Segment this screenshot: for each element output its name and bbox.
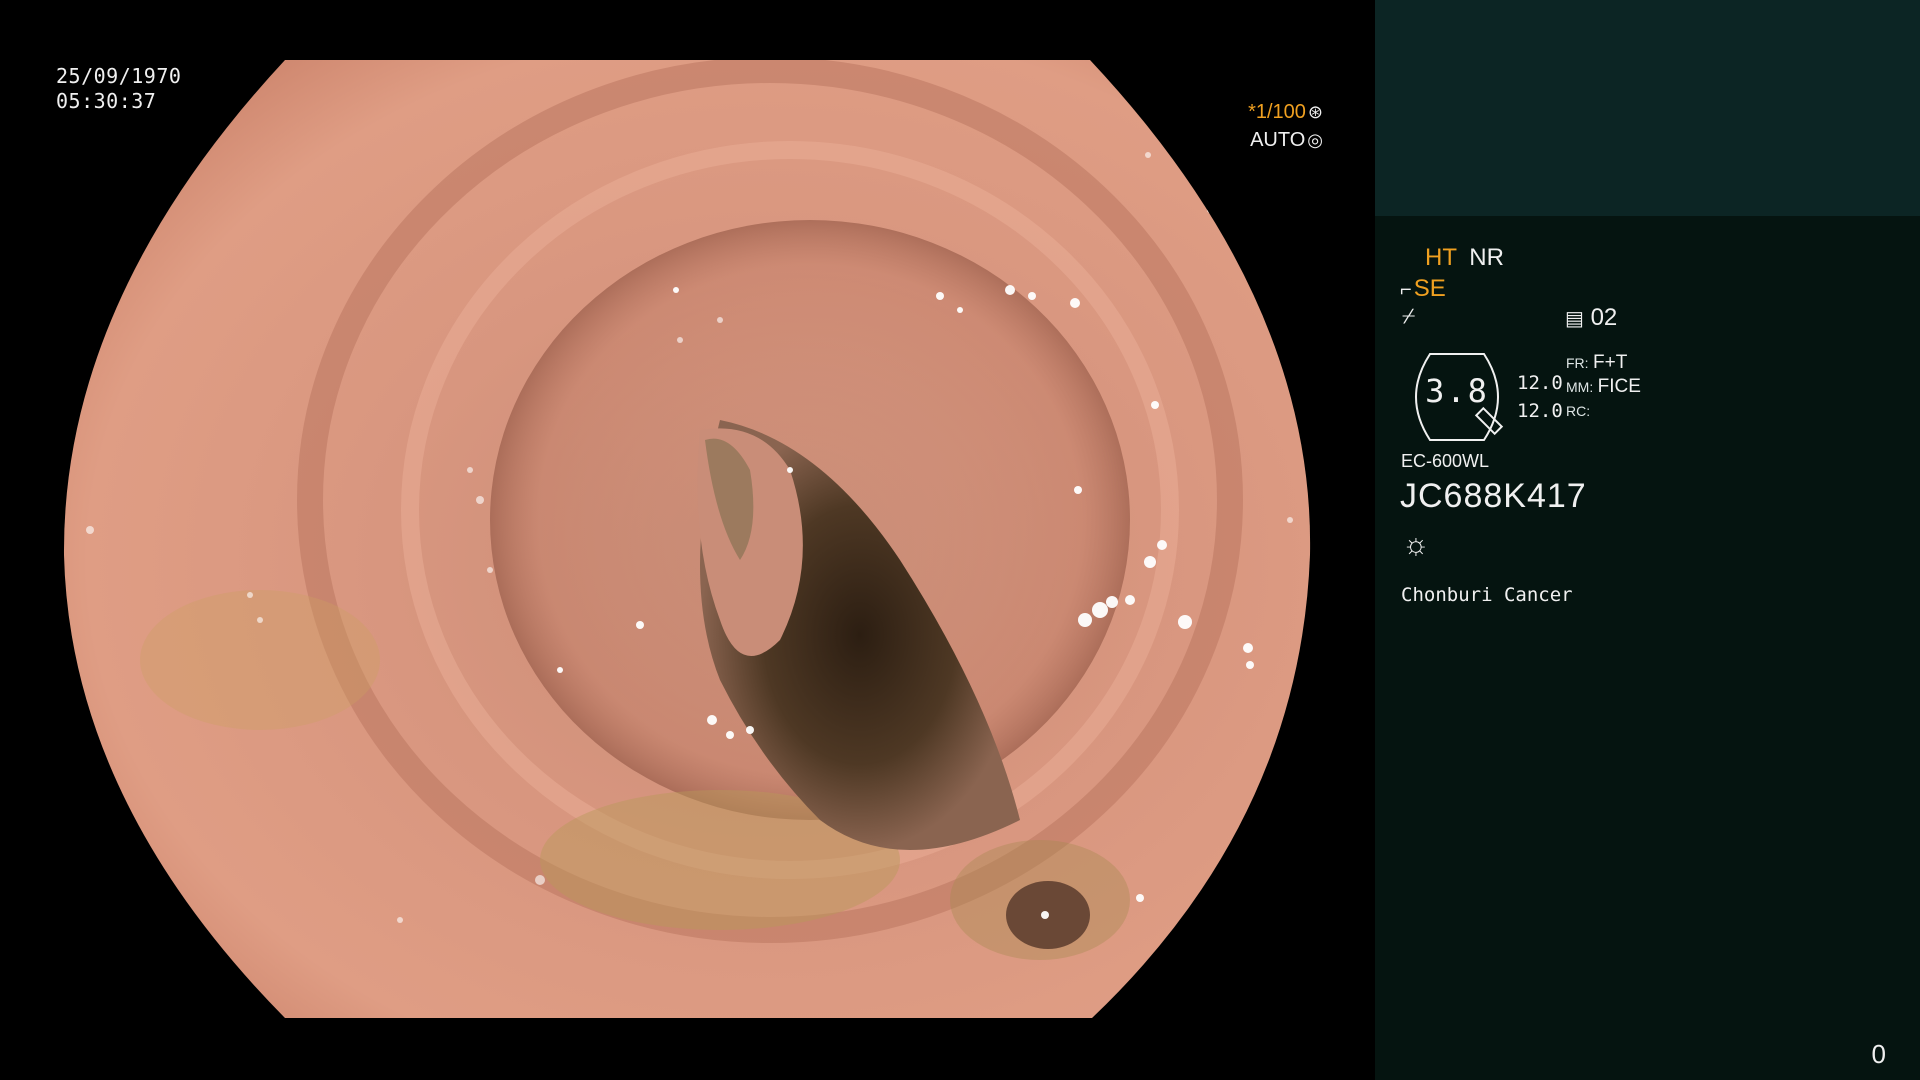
gauge-value: 3.8 <box>1425 372 1489 410</box>
exposure-mode: AUTO <box>1250 129 1306 151</box>
endoscope-view: 25/09/1970 05:30:37 *1/100 ⊛ AUTO ◎ <box>0 0 1375 1080</box>
mode-nr: NR <box>1469 244 1504 271</box>
auto-exposure-icon: ◎ <box>1307 130 1323 150</box>
exam-date: 25/09/1970 <box>56 64 182 88</box>
page-counter: 0 <box>1871 1039 1886 1069</box>
scope-model: EC-600WL <box>1401 451 1490 471</box>
image-count: 02 <box>1590 304 1618 331</box>
endoscopic-image <box>63 60 1311 1018</box>
shutter-speed: *1/100 <box>1248 101 1306 123</box>
value-2: 12.0 <box>1517 400 1563 422</box>
structure-enhance-icon: ⌐ <box>1400 279 1412 301</box>
hospital-name: Chonburi Cancer <box>1401 584 1573 606</box>
exposure-mode-line: AUTO ◎ <box>1248 126 1323 154</box>
zoom-gauge: 3.8 <box>1402 352 1512 442</box>
image-counter: ▤ 02 <box>1565 304 1617 332</box>
exam-time: 05:30:37 <box>56 89 157 113</box>
mode-row-2: ⌐SE <box>1400 275 1446 303</box>
value-1: 12.0 <box>1517 372 1563 394</box>
shutter-speed-line: *1/100 ⊛ <box>1248 98 1323 126</box>
cut-icon: ⌿ <box>1402 303 1416 328</box>
shutter-icon: ⊛ <box>1307 102 1323 122</box>
exposure-overlay: *1/100 ⊛ AUTO ◎ <box>1248 98 1323 154</box>
fr-value: F+T <box>1593 352 1628 373</box>
mode-row-1: HT NR <box>1425 244 1504 272</box>
date-time-overlay: 25/09/1970 05:30:37 <box>56 64 181 114</box>
mm-label: MM: <box>1566 379 1594 395</box>
mm-row: MM: FICE <box>1566 376 1641 398</box>
rc-row: RC: <box>1566 403 1590 421</box>
scope-serial: JC688K417 <box>1400 477 1587 515</box>
light-icon: ☼ <box>1402 528 1430 561</box>
info-side-panel <box>1375 0 1920 1080</box>
mode-se: SE <box>1413 275 1446 302</box>
fr-row: FR: F+T <box>1566 352 1627 374</box>
image-counter-icon: ▤ <box>1565 308 1584 330</box>
rc-label: RC: <box>1566 403 1591 419</box>
mm-value: FICE <box>1597 376 1641 397</box>
side-panel-header <box>1375 0 1920 216</box>
fr-label: FR: <box>1566 355 1589 371</box>
mode-ht: HT <box>1425 244 1457 271</box>
